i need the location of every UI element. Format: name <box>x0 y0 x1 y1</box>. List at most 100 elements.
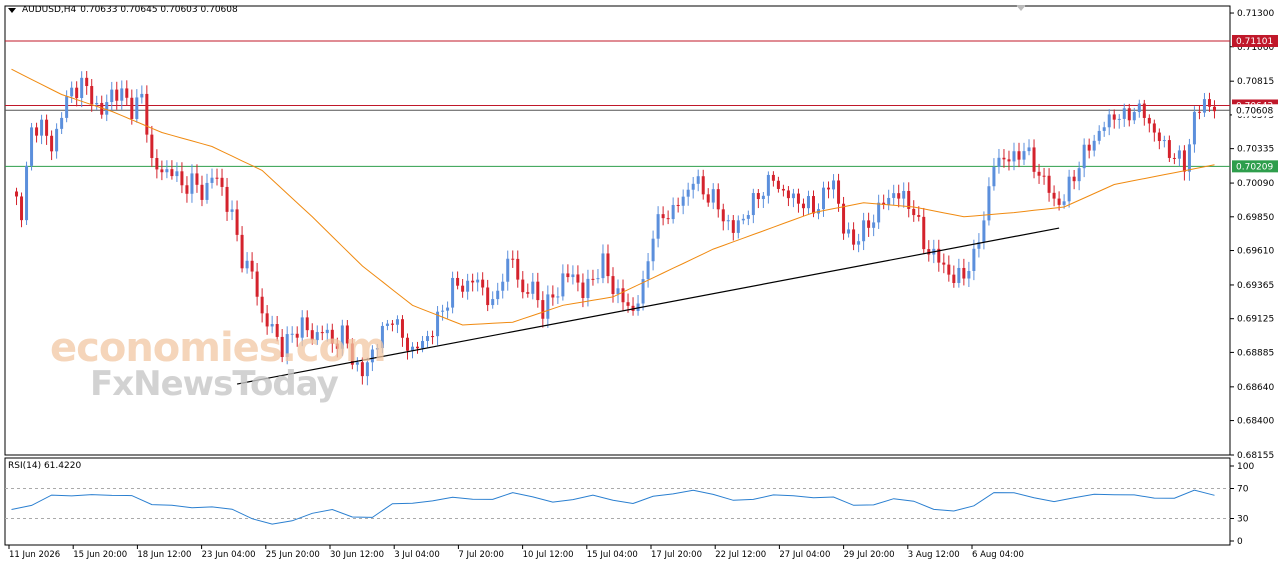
candle-body-bear <box>811 196 815 214</box>
candle-body-bear <box>626 302 630 306</box>
candle-body-bull <box>70 87 74 97</box>
candle-body-bull <box>65 96 69 118</box>
candle-body-bull <box>736 220 740 233</box>
candle-body-bull <box>496 290 500 300</box>
candle-body-bear <box>837 180 841 204</box>
time-tick-label: 3 Jul 04:00 <box>394 550 440 560</box>
time-tick-label: 10 Jul 12:00 <box>523 550 574 560</box>
candle-body-bull <box>546 294 550 319</box>
candle-body-bull <box>887 197 891 205</box>
candle-body-bear <box>1197 111 1201 113</box>
candle-body-bear <box>35 127 39 136</box>
candle-body-bear <box>1212 106 1216 112</box>
candle-body-bear <box>461 285 465 292</box>
price-tick-label: 0.68640 <box>1237 383 1274 393</box>
candle-body-bear <box>85 77 89 87</box>
time-tick-label: 7 Jul 20:00 <box>458 550 504 560</box>
price-chart[interactable]: 0.713000.710600.708150.705750.703350.700… <box>0 0 1280 567</box>
candle-body-bear <box>776 180 780 189</box>
candle-body-bull <box>1117 118 1121 120</box>
candle-body-bear <box>781 188 785 191</box>
candle-body-bear <box>551 294 555 298</box>
candle-body-bear <box>516 258 520 280</box>
candle-body-bear <box>75 87 79 99</box>
rsi-header: RSI(14) 61.4220 <box>8 461 82 471</box>
candle-body-bear <box>255 271 259 297</box>
candle-body-bull <box>531 281 535 294</box>
candle-body-bull <box>140 93 144 98</box>
candle-body-bear <box>706 194 710 203</box>
candle-body-bull <box>165 169 169 173</box>
candle-body-bull <box>1187 144 1191 172</box>
candle-body-bull <box>30 127 34 166</box>
candle-body-bull <box>25 165 29 221</box>
candle-body-bull <box>501 281 505 291</box>
candle-body-bear <box>1152 123 1156 133</box>
candle-body-bull <box>426 336 430 341</box>
candle-body-bull <box>446 307 450 311</box>
candle-body-bear <box>481 279 485 288</box>
candle-body-bull <box>1102 127 1106 131</box>
candle-body-bear <box>45 119 49 136</box>
candle-body-bear <box>576 274 580 283</box>
candle-body-bull <box>1192 111 1196 145</box>
candle-body-bull <box>1122 108 1126 119</box>
candle-body-bear <box>115 89 119 101</box>
candle-body-bull <box>571 274 575 278</box>
candle-body-bear <box>611 276 615 295</box>
candle-body-bear <box>250 260 254 272</box>
candle-body-bull <box>646 261 650 280</box>
candle-body-bull <box>711 189 715 203</box>
candle-body-bear <box>731 220 735 233</box>
candle-body-bear <box>917 215 921 217</box>
candle-body-bear <box>90 86 94 105</box>
candle-body-bear <box>1032 147 1036 172</box>
candle-body-bear <box>1002 157 1006 160</box>
candle-body-bull <box>681 196 685 206</box>
candle-body-bear <box>536 281 540 301</box>
candle-body-bull <box>190 173 194 194</box>
price-tick-label: 0.70815 <box>1237 77 1274 87</box>
candle-body-bull <box>105 102 109 115</box>
candle-body-bear <box>1017 151 1021 160</box>
price-tick-label: 0.71300 <box>1237 9 1274 19</box>
candle-body-bull <box>616 288 620 295</box>
candle-body-bull <box>806 196 810 209</box>
candle-body-bear <box>952 274 956 283</box>
candle-body-bull <box>421 340 425 349</box>
candle-body-bear <box>1182 150 1186 172</box>
candle-body-bull <box>992 166 996 187</box>
chart-window: 0.713000.710600.708150.705750.703350.700… <box>0 0 1280 567</box>
candle-body-bull <box>60 117 64 129</box>
time-tick-label: 11 Jun 2026 <box>9 550 60 560</box>
candle-body-bull <box>751 193 755 216</box>
candle-body-bear <box>922 216 926 250</box>
candle-body-bull <box>1092 140 1096 151</box>
candle-body-bull <box>40 119 44 136</box>
candle-body-bear <box>701 176 705 195</box>
candle-body-bull <box>902 190 906 199</box>
candle-body-bull <box>847 229 851 234</box>
candle-body-bear <box>20 196 24 221</box>
watermark-fxnewstoday: FxNewsToday <box>90 364 339 404</box>
candle-body-bear <box>1087 144 1091 151</box>
candle-body-bull <box>862 220 866 242</box>
time-tick-label: 30 Jun 12:00 <box>330 550 384 560</box>
candle-body-bull <box>857 241 861 245</box>
candle-body-bear <box>160 169 164 173</box>
dropdown-triangle-icon[interactable] <box>8 7 16 13</box>
candle-body-bull <box>1082 144 1086 169</box>
candle-body-bull <box>1177 150 1181 159</box>
candle-body-bear <box>721 209 725 222</box>
candle-body-bear <box>471 280 475 283</box>
time-tick-label: 22 Jul 12:00 <box>715 550 766 560</box>
candle-body-bear <box>486 287 490 306</box>
candle-body-bull <box>556 296 560 298</box>
candle-body-bear <box>1147 117 1151 124</box>
candle-body-bear <box>15 191 19 197</box>
candle-body-bull <box>957 267 961 283</box>
rsi-panel-border <box>4 457 1231 546</box>
candle-body-bear <box>1037 171 1041 176</box>
candle-body-bull <box>1022 151 1026 160</box>
candle-body-bull <box>997 157 1001 167</box>
